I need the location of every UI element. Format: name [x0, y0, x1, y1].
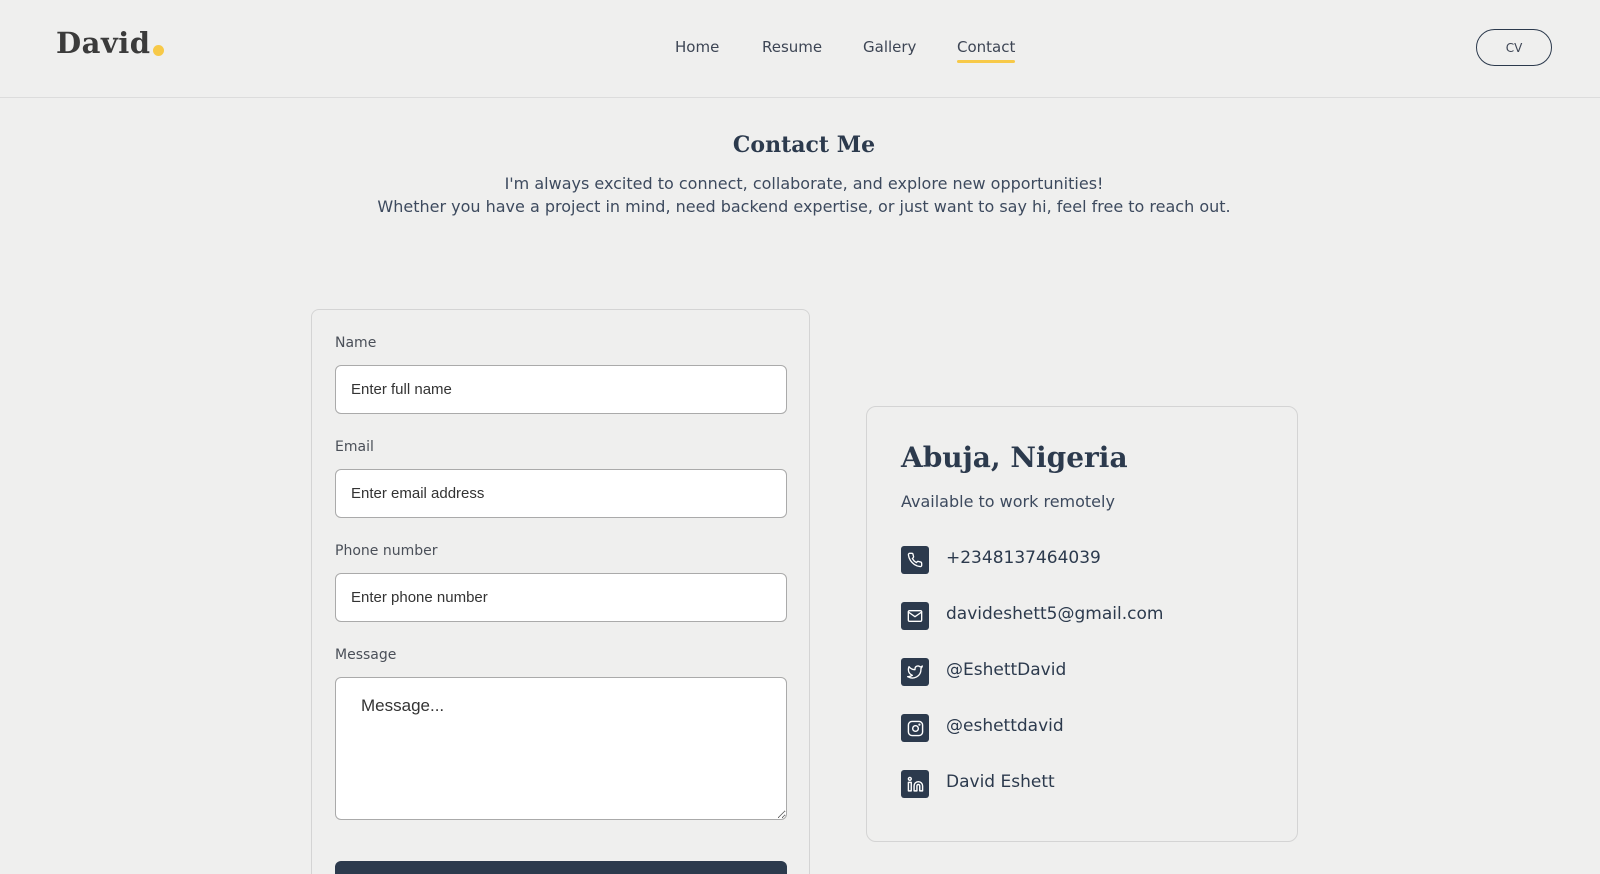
nav-link-contact[interactable]: Contact	[957, 38, 1016, 63]
nav-link-resume[interactable]: Resume	[762, 38, 822, 56]
instagram-text: @eshettdavid	[946, 716, 1064, 736]
phone-icon	[901, 546, 929, 574]
message-label: Message	[335, 647, 397, 663]
intro-line-1: I'm always excited to connect, collabora…	[504, 174, 1104, 193]
contact-twitter[interactable]: @EshettDavid	[901, 657, 1281, 687]
main-nav: Home Resume Gallery Contact	[0, 38, 1600, 68]
mail-icon	[901, 602, 929, 630]
instagram-icon	[901, 714, 929, 742]
phone-label: Phone number	[335, 543, 438, 559]
page-title: Contact Me	[732, 132, 876, 158]
linkedin-icon	[901, 770, 929, 798]
linkedin-text: David Eshett	[946, 772, 1055, 792]
contact-instagram[interactable]: @eshettdavid	[901, 713, 1281, 743]
phone-input[interactable]	[335, 573, 787, 622]
cv-button[interactable]: CV	[1476, 29, 1552, 66]
contact-linkedin[interactable]: David Eshett	[901, 769, 1281, 799]
location-heading: Abuja, Nigeria	[901, 441, 1128, 474]
twitter-text: @EshettDavid	[946, 660, 1067, 680]
intro-line-2: Whether you have a project in mind, need…	[377, 197, 1231, 216]
nav-link-home[interactable]: Home	[675, 38, 719, 56]
email-text: davideshett5@gmail.com	[946, 604, 1164, 624]
availability-text: Available to work remotely	[901, 492, 1115, 511]
name-label: Name	[335, 335, 377, 351]
email-label: Email	[335, 439, 374, 455]
contact-phone[interactable]: +2348137464039	[901, 545, 1281, 575]
contact-email[interactable]: davideshett5@gmail.com	[901, 601, 1281, 631]
contact-info-card: Abuja, Nigeria Available to work remotel…	[866, 406, 1298, 842]
contact-form: Name Email Phone number Message	[311, 309, 810, 874]
name-input[interactable]	[335, 365, 787, 414]
submit-button[interactable]	[335, 861, 787, 874]
site-header: David Home Resume Gallery Contact CV	[0, 0, 1600, 98]
message-textarea[interactable]	[335, 677, 787, 820]
nav-link-gallery[interactable]: Gallery	[863, 38, 916, 56]
phone-text: +2348137464039	[946, 548, 1101, 568]
email-input[interactable]	[335, 469, 787, 518]
twitter-icon	[901, 658, 929, 686]
